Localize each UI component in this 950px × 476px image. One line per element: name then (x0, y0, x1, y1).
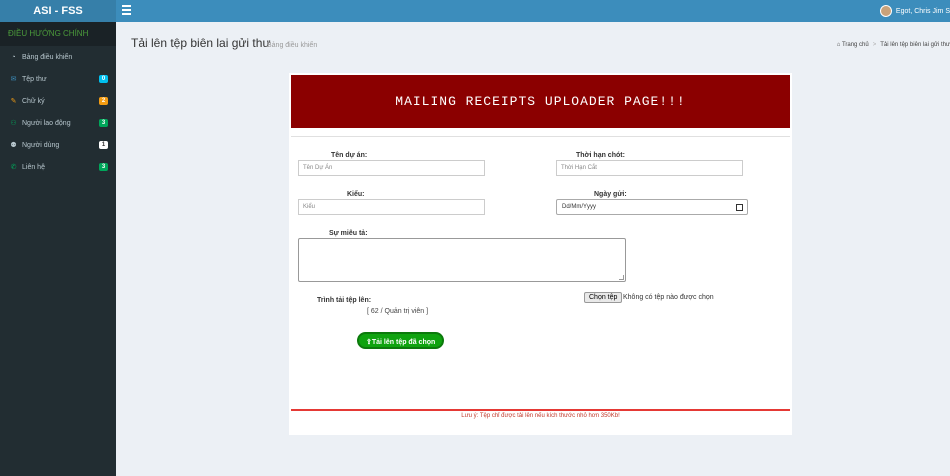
no-file-text: Không có tệp nào được chọn (623, 294, 714, 301)
sidebar-header: ĐIỀU HƯỚNG CHÍNH (0, 22, 116, 46)
page-title: Tải lên tệp biên lai gửi thư (131, 36, 271, 50)
sidebar-item-dashboard[interactable]: ◔ Bảng điều khiển (0, 46, 116, 68)
send-date-label: Ngày gửi: (594, 191, 627, 198)
envelope-icon: ✉ (10, 76, 17, 83)
sidebar-item-label: Người lao động (22, 119, 71, 127)
count-badge: 3 (99, 119, 108, 127)
count-badge: 0 (99, 75, 108, 83)
breadcrumb-home[interactable]: Trang chủ (842, 42, 869, 48)
avatar (879, 5, 892, 17)
count-badge: 1 (99, 141, 108, 149)
count-badge: 2 (99, 97, 108, 105)
user-icon: ⚉ (10, 142, 17, 149)
breadcrumb: ⌂ Trang chủ > Tải lên tệp biên lai gửi thư (836, 42, 950, 48)
app-brand[interactable]: ASI - FSS (0, 0, 116, 22)
description-textarea[interactable] (298, 238, 626, 282)
phone-icon: ✆ (10, 164, 17, 171)
deadline-input[interactable]: Thời Hạn Cắt (556, 160, 743, 176)
user-menu[interactable]: Egot, Chris Jim S (879, 3, 950, 19)
note-divider (291, 409, 790, 411)
count-badge: 3 (99, 163, 108, 171)
sidebar-item-employees[interactable]: ⚇ Người lao động 3 (0, 112, 116, 134)
sidebar-item-contact[interactable]: ✆ Liên hệ 3 (0, 156, 116, 178)
choose-file-button[interactable]: Chọn tệp (584, 292, 623, 303)
menu-toggle-icon[interactable] (122, 5, 131, 15)
home-icon: ⌂ (836, 42, 841, 48)
description-label: Sự miêu tả: (329, 230, 368, 237)
divider (291, 136, 790, 137)
upload-button[interactable]: ⇪Tải lên tệp đã chọn (357, 332, 445, 349)
project-name-label: Tên dự án: (331, 152, 368, 159)
send-date-input[interactable]: Dd/Mm/Yyyy (556, 199, 748, 215)
sidebar: ĐIỀU HƯỚNG CHÍNH ◔ Bảng điều khiển ✉ Tệp… (0, 22, 116, 476)
deadline-label: Thời hạn chót: (576, 152, 625, 159)
pencil-icon: ✎ (10, 98, 17, 105)
type-label: Kiểu: (347, 191, 365, 198)
breadcrumb-current: Tải lên tệp biên lai gửi thư (880, 42, 950, 48)
size-limit-note: Lưu ý: Tệp chỉ được tải lên nếu kích thư… (461, 413, 620, 419)
upload-form-box: MAILING RECEIPTS UPLOADER PAGE!!! Tên dự… (289, 73, 792, 435)
top-navbar: ASI - FSS Egot, Chris Jim S (0, 0, 950, 22)
dashboard-icon: ◔ (11, 53, 16, 61)
resize-handle-icon[interactable] (619, 275, 624, 280)
page-banner: MAILING RECEIPTS UPLOADER PAGE!!! (291, 75, 790, 128)
project-name-input[interactable]: Tên Dự Án (298, 160, 485, 176)
sidebar-item-mail-files[interactable]: ✉ Tệp thư 0 (0, 68, 116, 90)
sidebar-item-label: Chữ ký (22, 97, 45, 105)
uploader-value: [ 62 / Quản trị viên ] (367, 308, 429, 315)
sidebar-item-label: Liên hệ (22, 163, 45, 171)
users-icon: ⚇ (10, 120, 17, 127)
sidebar-item-signatures[interactable]: ✎ Chữ ký 2 (0, 90, 116, 112)
upload-button-label: Tải lên tệp đã chọn (371, 339, 436, 346)
uploader-label: Trình tải tệp lên: (317, 297, 372, 304)
calendar-icon[interactable] (736, 204, 743, 211)
user-name: Egot, Chris Jim S (895, 7, 950, 15)
type-input[interactable]: Kiểu (298, 199, 485, 215)
sidebar-item-users[interactable]: ⚉ Người dùng 1 (0, 134, 116, 156)
sidebar-item-label: Bảng điều khiển (22, 53, 73, 61)
sidebar-item-label: Người dùng (22, 141, 60, 149)
page-subtitle: Bảng điều khiển (267, 42, 318, 49)
send-date-value: Dd/Mm/Yyyy (562, 204, 597, 210)
sidebar-item-label: Tệp thư (22, 75, 47, 83)
